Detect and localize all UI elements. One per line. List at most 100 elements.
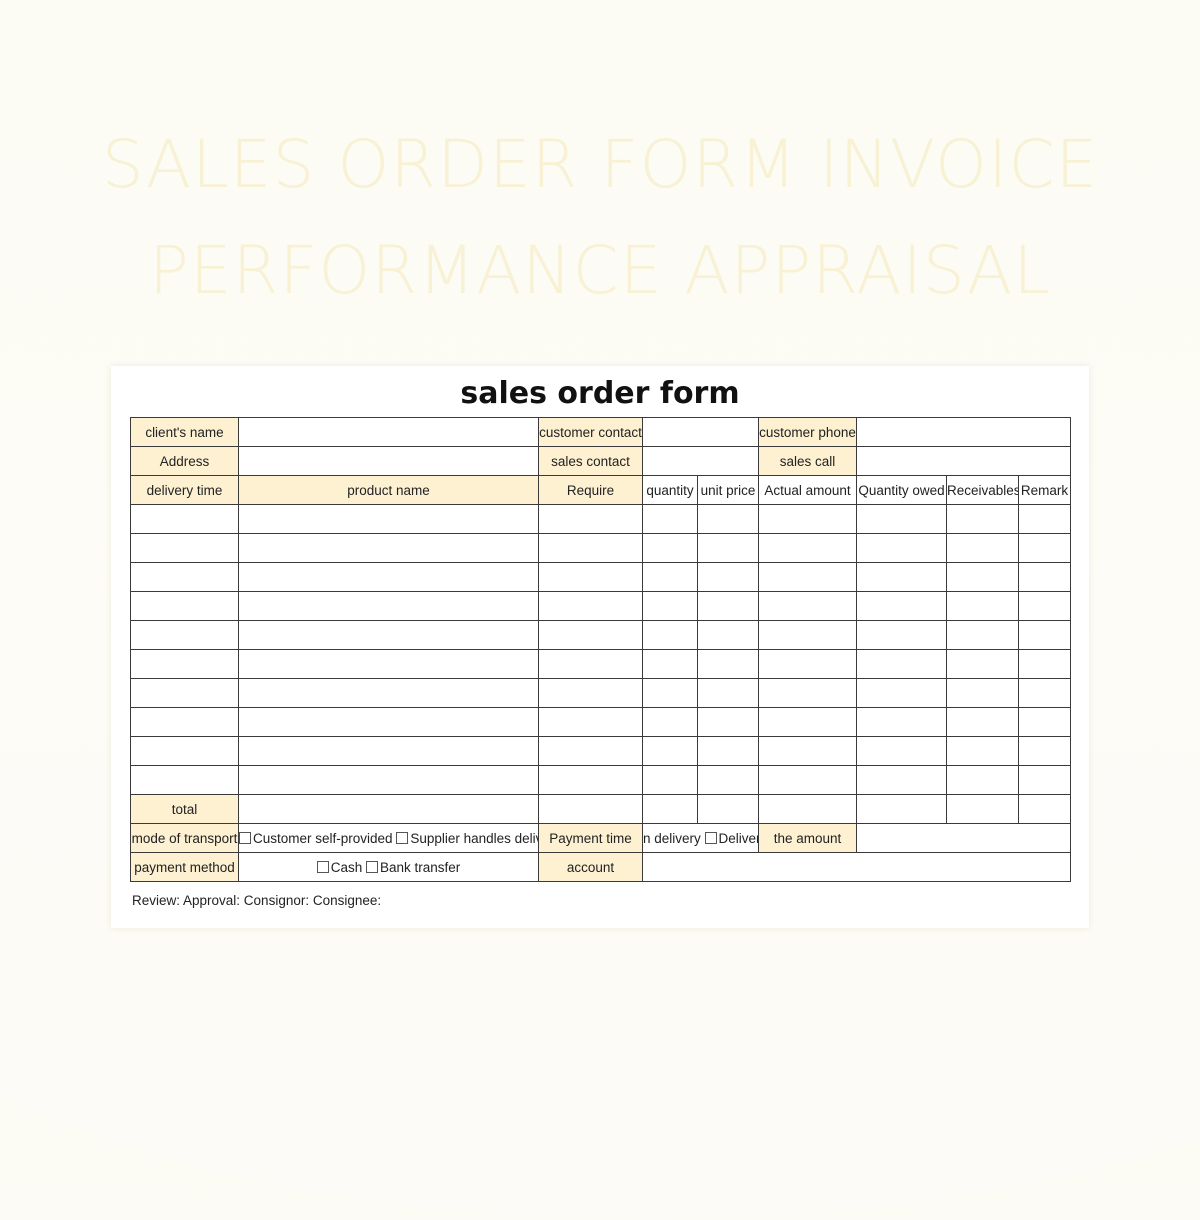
item-cell[interactable] [856, 765, 947, 795]
item-cell[interactable] [130, 678, 239, 708]
item-cell[interactable] [946, 504, 1019, 534]
item-cell[interactable] [238, 533, 539, 563]
item-cell[interactable] [697, 649, 759, 679]
item-cell[interactable] [238, 504, 539, 534]
total-cell[interactable] [856, 794, 947, 824]
address-field[interactable] [238, 446, 539, 476]
item-cell[interactable] [697, 504, 759, 534]
item-cell[interactable] [642, 765, 698, 795]
item-cell[interactable] [946, 765, 1019, 795]
item-cell[interactable] [758, 736, 857, 766]
item-cell[interactable] [1017, 678, 1072, 708]
item-cell[interactable] [642, 620, 698, 650]
item-cell[interactable] [758, 649, 857, 679]
item-cell[interactable] [1017, 736, 1072, 766]
item-cell[interactable] [946, 591, 1019, 621]
item-cell[interactable] [856, 620, 947, 650]
item-cell[interactable] [538, 765, 643, 795]
item-cell[interactable] [538, 678, 643, 708]
item-cell[interactable] [538, 707, 643, 737]
item-cell[interactable] [758, 678, 857, 708]
item-cell[interactable] [856, 707, 947, 737]
item-cell[interactable] [856, 562, 947, 592]
item-cell[interactable] [856, 649, 947, 679]
item-cell[interactable] [946, 562, 1019, 592]
item-cell[interactable] [697, 707, 759, 737]
item-cell[interactable] [758, 504, 857, 534]
customer-phone-field[interactable] [855, 417, 1072, 447]
item-cell[interactable] [238, 591, 539, 621]
delivery-checkbox[interactable] [704, 831, 717, 844]
item-cell[interactable] [946, 533, 1019, 563]
item-cell[interactable] [697, 591, 759, 621]
item-cell[interactable] [642, 649, 698, 679]
total-cell[interactable] [238, 794, 539, 824]
item-cell[interactable] [642, 504, 698, 534]
item-cell[interactable] [856, 591, 947, 621]
item-cell[interactable] [856, 736, 947, 766]
item-cell[interactable] [697, 765, 759, 795]
item-cell[interactable] [130, 533, 239, 563]
item-cell[interactable] [856, 678, 947, 708]
item-cell[interactable] [697, 736, 759, 766]
item-cell[interactable] [1017, 649, 1072, 679]
item-cell[interactable] [538, 591, 643, 621]
item-cell[interactable] [946, 620, 1019, 650]
customer-self-provided-checkbox[interactable] [239, 831, 251, 844]
total-cell[interactable] [1017, 794, 1072, 824]
item-cell[interactable] [130, 504, 239, 534]
item-cell[interactable] [946, 649, 1019, 679]
item-cell[interactable] [642, 736, 698, 766]
supplier-delivery-checkbox[interactable] [396, 831, 409, 844]
item-cell[interactable] [1017, 591, 1072, 621]
item-cell[interactable] [238, 620, 539, 650]
item-cell[interactable] [1017, 562, 1072, 592]
item-cell[interactable] [130, 765, 239, 795]
item-cell[interactable] [538, 736, 643, 766]
item-cell[interactable] [697, 620, 759, 650]
item-cell[interactable] [758, 765, 857, 795]
item-cell[interactable] [1017, 533, 1072, 563]
item-cell[interactable] [538, 649, 643, 679]
total-cell[interactable] [697, 794, 759, 824]
item-cell[interactable] [130, 562, 239, 592]
item-cell[interactable] [758, 562, 857, 592]
item-cell[interactable] [642, 678, 698, 708]
item-cell[interactable] [130, 736, 239, 766]
item-cell[interactable] [238, 765, 539, 795]
item-cell[interactable] [130, 707, 239, 737]
item-cell[interactable] [1017, 765, 1072, 795]
sales-call-field[interactable] [855, 446, 1072, 476]
bank-transfer-checkbox[interactable] [365, 860, 378, 873]
item-cell[interactable] [1017, 620, 1072, 650]
item-cell[interactable] [758, 707, 857, 737]
account-field[interactable] [641, 852, 1072, 882]
total-cell[interactable] [538, 794, 643, 824]
item-cell[interactable] [697, 562, 759, 592]
item-cell[interactable] [697, 533, 759, 563]
clients-name-field[interactable] [238, 417, 539, 447]
item-cell[interactable] [758, 620, 857, 650]
item-cell[interactable] [856, 504, 947, 534]
item-cell[interactable] [642, 591, 698, 621]
item-cell[interactable] [642, 707, 698, 737]
item-cell[interactable] [642, 562, 698, 592]
customer-contact-field[interactable] [642, 417, 759, 447]
item-cell[interactable] [697, 678, 759, 708]
item-cell[interactable] [538, 504, 643, 534]
item-cell[interactable] [238, 736, 539, 766]
item-cell[interactable] [538, 620, 643, 650]
item-cell[interactable] [946, 707, 1019, 737]
sales-contact-field[interactable] [642, 446, 759, 476]
item-cell[interactable] [130, 620, 239, 650]
item-cell[interactable] [946, 736, 1019, 766]
item-cell[interactable] [238, 649, 539, 679]
total-cell[interactable] [946, 794, 1019, 824]
item-cell[interactable] [1017, 504, 1072, 534]
item-cell[interactable] [856, 533, 947, 563]
item-cell[interactable] [642, 533, 698, 563]
item-cell[interactable] [130, 591, 239, 621]
item-cell[interactable] [758, 591, 857, 621]
item-cell[interactable] [238, 707, 539, 737]
item-cell[interactable] [538, 533, 643, 563]
